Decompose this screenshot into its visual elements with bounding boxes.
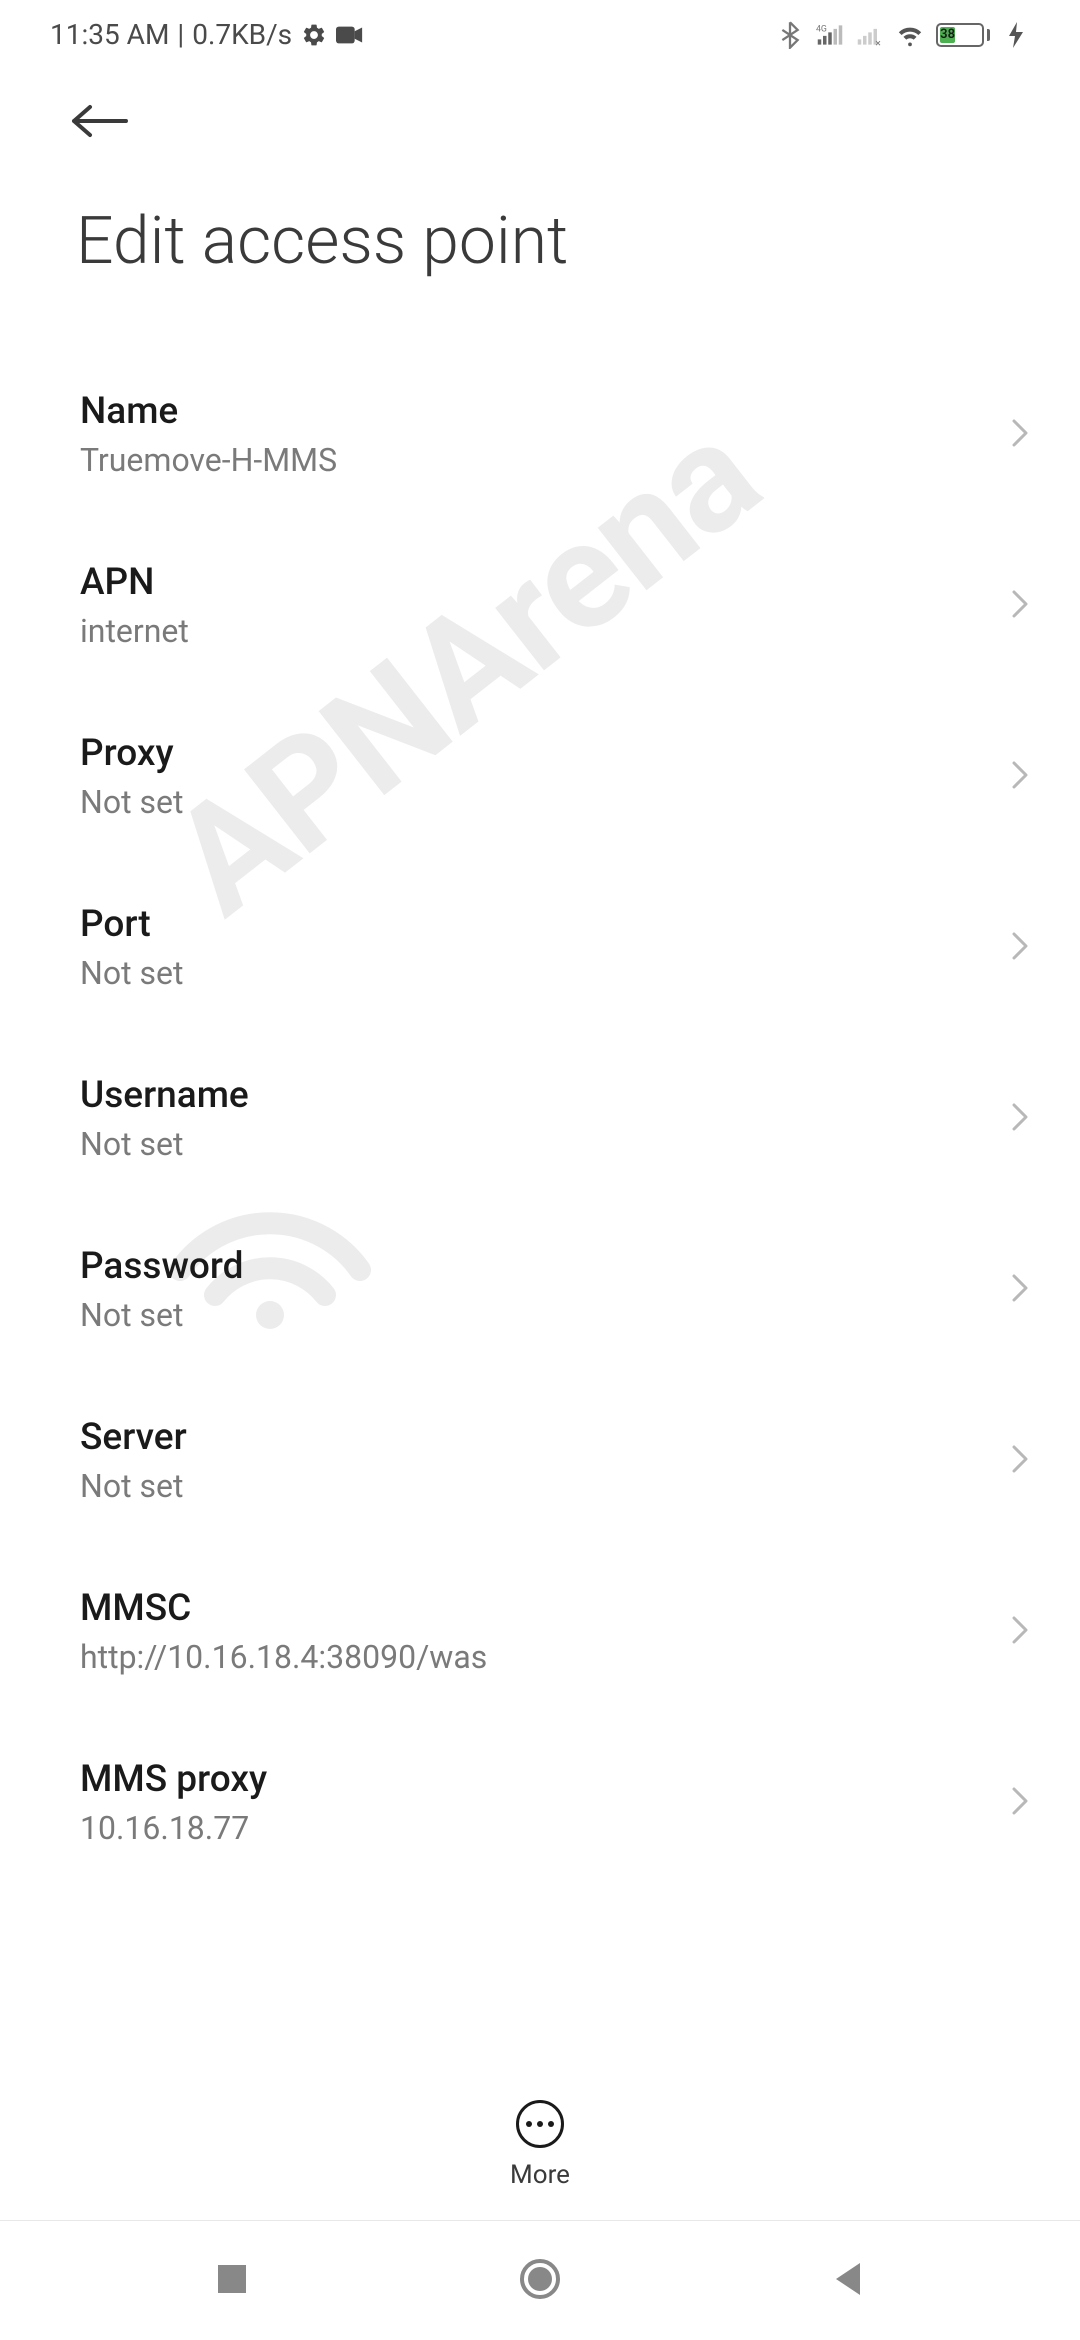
chevron-right-icon <box>1010 1272 1030 1308</box>
settings-list: Name Truemove-H-MMS APN internet Proxy N… <box>0 320 1080 1889</box>
lightning-icon <box>1002 21 1030 49</box>
setting-value: 10.16.18.77 <box>80 1809 1010 1847</box>
status-network-speed: 0.7KB/s <box>192 18 292 51</box>
chevron-right-icon <box>1010 417 1030 453</box>
setting-value: Truemove-H-MMS <box>80 441 1010 479</box>
chevron-right-icon <box>1010 1101 1030 1137</box>
setting-username[interactable]: Username Not set <box>0 1034 1080 1205</box>
setting-label: APN <box>80 561 1010 604</box>
setting-value: Not set <box>80 1467 1010 1505</box>
more-button[interactable]: More <box>0 2100 1080 2190</box>
more-icon <box>516 2100 564 2148</box>
chevron-right-icon <box>1010 1614 1030 1650</box>
setting-port[interactable]: Port Not set <box>0 863 1080 1034</box>
battery-indicator: 38 <box>936 23 990 47</box>
chevron-right-icon <box>1010 1443 1030 1479</box>
status-bar: 11:35 AM | 0.7KB/s 4G × 38 <box>0 0 1080 63</box>
status-right: 4G × 38 <box>776 21 1030 49</box>
nav-home-icon[interactable] <box>518 2257 562 2305</box>
status-left: 11:35 AM | 0.7KB/s <box>50 18 364 51</box>
page-title: Edit access point <box>0 145 1080 320</box>
setting-value: Not set <box>80 1296 1010 1334</box>
camera-icon <box>336 21 364 49</box>
chevron-right-icon <box>1010 759 1030 795</box>
nav-recent-icon[interactable] <box>214 2261 250 2301</box>
chevron-right-icon <box>1010 930 1030 966</box>
bluetooth-icon <box>776 21 804 49</box>
signal-none-icon: × <box>856 21 884 49</box>
back-button[interactable] <box>0 63 1080 145</box>
setting-value: Not set <box>80 783 1010 821</box>
gear-icon <box>300 21 328 49</box>
setting-label: Name <box>80 390 1010 433</box>
setting-mmsc[interactable]: MMSC http://10.16.18.4:38090/was <box>0 1547 1080 1718</box>
setting-value: http://10.16.18.4:38090/was <box>80 1638 1010 1676</box>
setting-mms-proxy[interactable]: MMS proxy 10.16.18.77 <box>0 1718 1080 1889</box>
wifi-icon <box>896 21 924 49</box>
navigation-bar <box>0 2220 1080 2340</box>
setting-value: internet <box>80 612 1010 650</box>
setting-label: MMS proxy <box>80 1758 1010 1801</box>
setting-password[interactable]: Password Not set <box>0 1205 1080 1376</box>
setting-label: Server <box>80 1416 1010 1459</box>
status-time: 11:35 AM <box>50 18 169 51</box>
svg-text:×: × <box>875 36 881 48</box>
nav-back-icon[interactable] <box>830 2259 866 2303</box>
svg-text:4G: 4G <box>816 24 827 34</box>
signal-4g-icon: 4G <box>816 21 844 49</box>
setting-apn[interactable]: APN internet <box>0 521 1080 692</box>
setting-label: Port <box>80 903 1010 946</box>
setting-name[interactable]: Name Truemove-H-MMS <box>0 350 1080 521</box>
setting-server[interactable]: Server Not set <box>0 1376 1080 1547</box>
more-label: More <box>510 2160 570 2190</box>
setting-label: Username <box>80 1074 1010 1117</box>
setting-value: Not set <box>80 954 1010 992</box>
status-separator: | <box>177 18 184 51</box>
setting-label: Proxy <box>80 732 1010 775</box>
chevron-right-icon <box>1010 588 1030 624</box>
setting-value: Not set <box>80 1125 1010 1163</box>
setting-proxy[interactable]: Proxy Not set <box>0 692 1080 863</box>
setting-label: MMSC <box>80 1587 1010 1630</box>
chevron-right-icon <box>1010 1785 1030 1821</box>
setting-label: Password <box>80 1245 1010 1288</box>
